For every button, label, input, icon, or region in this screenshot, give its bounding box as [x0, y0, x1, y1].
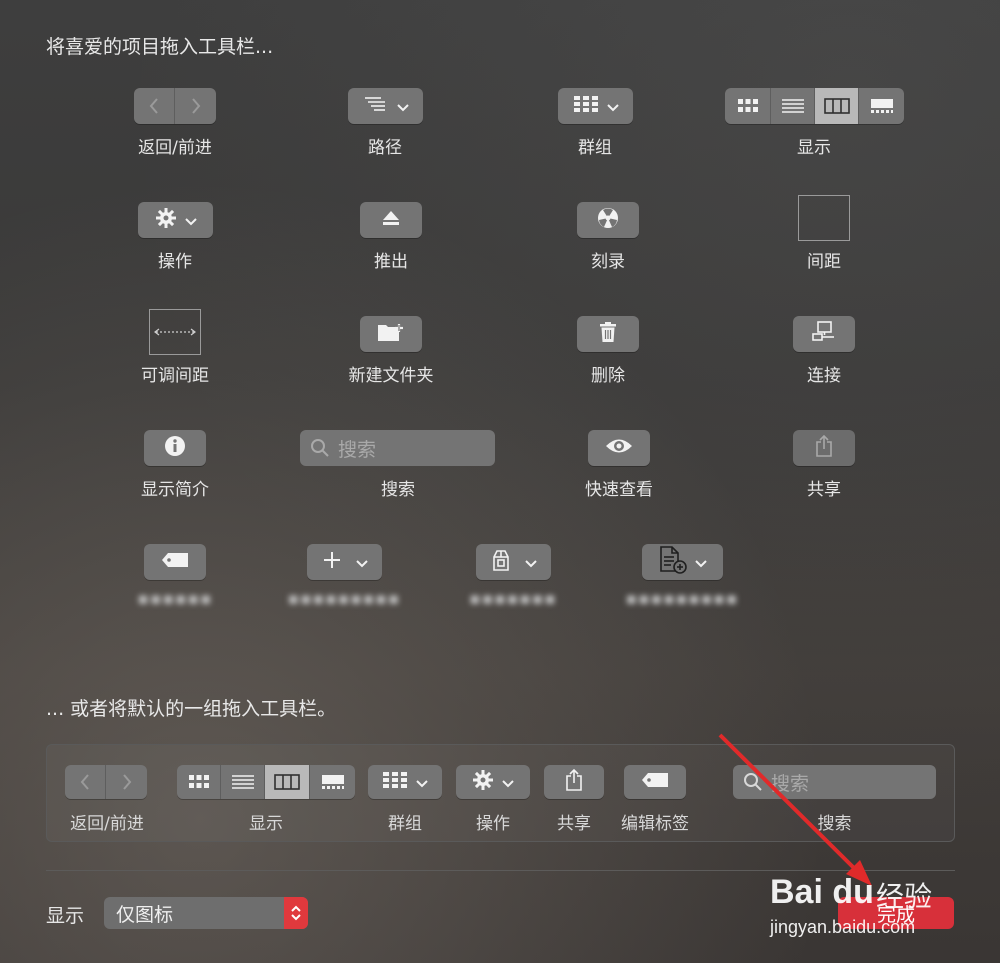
back-icon — [134, 88, 175, 124]
tag-icon — [641, 772, 669, 792]
drag-items-heading: 将喜爱的项目拖入工具栏... — [46, 36, 274, 58]
gear-icon — [155, 207, 177, 233]
item-label-blurred: ▪▪▪▪▪▪▪▪▪ — [625, 589, 739, 609]
connect-server-icon — [812, 321, 836, 347]
item-label: 共享 — [807, 480, 841, 500]
eye-icon — [605, 437, 633, 459]
done-button[interactable]: 完成 — [838, 897, 954, 929]
show-label: 显示 — [46, 905, 85, 927]
archive-icon — [491, 549, 511, 575]
eject-icon — [382, 210, 400, 230]
item-label: 新建文件夹 — [348, 366, 434, 386]
select-stepper-icon — [284, 897, 308, 929]
list-view-icon — [221, 765, 265, 799]
back-icon — [65, 765, 106, 799]
double-arrow-icon — [154, 328, 196, 336]
item-label: 显示简介 — [141, 480, 209, 500]
info-icon — [164, 435, 186, 461]
item-label: 返回/前进 — [138, 138, 212, 158]
chevron-down-icon — [694, 553, 707, 572]
plus-icon — [322, 550, 342, 574]
chevron-down-icon — [502, 773, 514, 792]
column-view-icon — [815, 88, 859, 124]
item-label: 连接 — [807, 366, 841, 386]
item-label: 显示 — [797, 138, 831, 158]
icon-view-icon — [177, 765, 221, 799]
chevron-down-icon — [606, 97, 619, 116]
item-label: 搜索 — [381, 480, 415, 500]
forward-icon — [106, 765, 147, 799]
forward-icon — [175, 88, 216, 124]
chevron-down-icon — [416, 773, 428, 792]
chevron-down-icon — [396, 97, 409, 116]
share-icon — [815, 434, 833, 462]
default-set-heading: ... 或者将默认的一组拖入工具栏。 — [46, 698, 337, 720]
item-label-blurred: ▪▪▪▪▪▪ — [137, 589, 213, 609]
chevron-down-icon — [355, 553, 368, 572]
item-label: 删除 — [591, 366, 625, 386]
space-box — [798, 195, 850, 241]
chevron-down-icon — [184, 211, 197, 230]
gallery-view-icon — [310, 765, 355, 799]
item-label: 可调间距 — [141, 366, 209, 386]
search-placeholder: 搜索 — [338, 438, 377, 461]
path-icon — [363, 96, 389, 116]
search-icon — [744, 773, 762, 791]
show-select[interactable]: 仅图标 — [104, 897, 308, 929]
group-grid-icon — [382, 771, 408, 793]
search-field-sample: 搜索 — [300, 430, 495, 466]
trash-icon — [599, 321, 617, 347]
divider — [46, 870, 955, 871]
burn-radiation-icon — [597, 207, 619, 233]
chevron-down-icon — [524, 553, 537, 572]
item-label: 操作 — [158, 252, 192, 272]
show-select-value: 仅图标 — [116, 903, 174, 926]
item-label: 间距 — [807, 252, 841, 272]
tag-icon — [161, 552, 189, 572]
item-label: 路径 — [368, 138, 402, 158]
item-label: 群组 — [578, 138, 612, 158]
group-grid-icon — [573, 95, 599, 117]
search-placeholder: 搜索 — [771, 772, 810, 795]
default-item-label: 搜索 — [817, 814, 852, 834]
new-document-icon — [659, 545, 687, 579]
column-view-icon — [265, 765, 310, 799]
item-label-blurred: ▪▪▪▪▪▪▪ — [469, 589, 557, 609]
gallery-view-icon — [859, 88, 904, 124]
share-icon — [565, 768, 583, 796]
search-icon — [311, 439, 329, 457]
gear-icon — [472, 769, 494, 795]
list-view-icon — [771, 88, 815, 124]
item-label: 推出 — [374, 252, 408, 272]
item-label-blurred: ▪▪▪▪▪▪▪▪▪ — [287, 589, 401, 609]
item-label: 刻录 — [591, 252, 625, 272]
item-label: 快速查看 — [585, 480, 653, 500]
icon-view-icon — [725, 88, 771, 124]
default-toolbar-set[interactable]: 返回/前进 显示 群组 操作 共享 编辑标签 搜索 搜索 — [46, 744, 955, 842]
flexible-space-box — [149, 309, 201, 355]
new-folder-icon — [377, 322, 405, 346]
